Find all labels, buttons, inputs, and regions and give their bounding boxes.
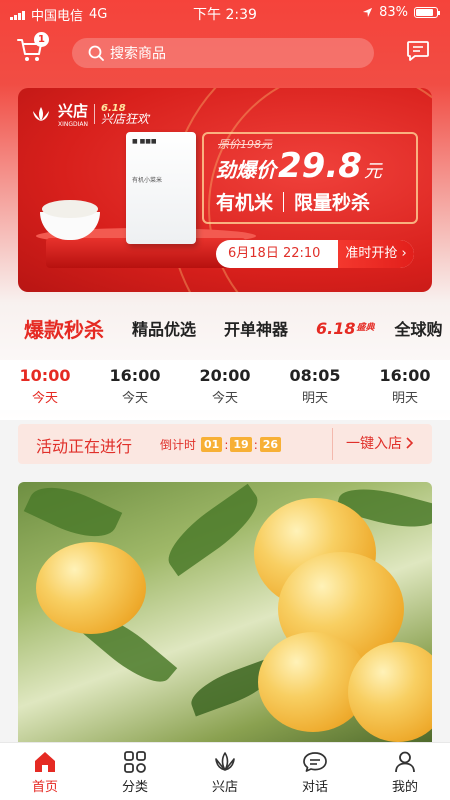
nav-home-label: 首页 [31, 780, 58, 795]
time-slot[interactable]: 10:00 今天 [10, 366, 80, 406]
tagline-divider [283, 191, 285, 212]
tab-618-festival[interactable]: 6.18 盛典 [316, 318, 375, 338]
countdown-seconds: 26 [259, 437, 282, 452]
time-slot-day: 明天 [301, 391, 328, 406]
start-time-pill[interactable]: 6月18日 22:10 准时开抢 › [216, 240, 414, 268]
rice-bag-image: ■ ■■■ 有机小菜米 [126, 132, 196, 244]
home-icon [35, 752, 55, 772]
battery-icon [414, 7, 440, 18]
rice-bag-brand: ■ ■■■ [132, 138, 157, 145]
nav-category[interactable]: 分类 [90, 743, 180, 800]
tab-618-number: 6.18 [316, 318, 356, 338]
tagline-left: 有机米 [216, 192, 274, 214]
nav-profile-label: 我的 [391, 780, 418, 795]
start-time: 6月18日 22:10 [228, 246, 321, 261]
cart-badge: 1 [34, 32, 49, 47]
nav-chat[interactable]: 对话 [270, 743, 360, 800]
promo-banner[interactable]: 兴店 XINGDIAN 6.18 兴店狂欢 ■ ■■■ 有机小菜米 原价198元… [18, 88, 432, 292]
tab-global-shopping[interactable]: 全球购 [395, 316, 443, 340]
tab-618-sub: 盛典 [356, 322, 375, 333]
enter-store-button[interactable]: 一键入店 [346, 433, 414, 453]
activity-status-strip: 活动正在进行 倒计时 01: 19: 26 一键入店 [18, 424, 432, 464]
tab-flash-sale[interactable]: 爆款秒杀 [24, 314, 104, 348]
user-icon [395, 751, 415, 773]
peach [348, 642, 432, 742]
countdown-label: 倒计时 [160, 438, 197, 452]
chat-icon [303, 752, 327, 772]
start-button[interactable]: 准时开抢 › [338, 240, 414, 268]
tab-selected-goods[interactable]: 精品优选 [132, 316, 196, 340]
brand-logo: 兴店 XINGDIAN 6.18 兴店狂欢 [30, 100, 149, 128]
nav-category-label: 分类 [121, 780, 148, 795]
tagline-right: 限量秒杀 [294, 192, 371, 214]
search-input[interactable]: 搜索商品 [72, 38, 374, 68]
rice-bag-label: 有机小菜米 [132, 177, 163, 184]
bottom-nav: 首页 分类 兴店 对话 我的 [0, 742, 450, 800]
category-icon [124, 751, 146, 773]
time-slot-time: 16:00 [379, 366, 431, 385]
deal-label: 劲爆价 [216, 158, 276, 182]
time-slot[interactable]: 08:05 明天 [280, 366, 350, 406]
time-slot-time: 08:05 [289, 366, 341, 385]
start-button-label: 准时开抢 [345, 246, 398, 261]
message-button[interactable] [406, 40, 430, 66]
brand-divider [94, 104, 96, 124]
time-slot[interactable]: 16:00 明天 [370, 366, 440, 406]
tab-order-tools[interactable]: 开单神器 [224, 316, 288, 340]
chevron-right-icon [406, 437, 414, 449]
event-name: 兴店狂欢 [101, 112, 150, 126]
event-badge: 6.18 兴店狂欢 [101, 103, 149, 125]
time-slot-day: 今天 [211, 391, 238, 406]
product-image[interactable] [18, 482, 432, 742]
nav-store-label: 兴店 [211, 780, 238, 795]
message-icon [407, 41, 429, 61]
enter-store-label: 一键入店 [346, 436, 402, 452]
search-placeholder: 搜索商品 [110, 46, 166, 62]
leaf [23, 482, 123, 550]
time-slot-bar: 10:00 今天 16:00 今天 20:00 今天 08:05 明天 16:0… [0, 360, 450, 410]
time-slot-time: 20:00 [199, 366, 251, 385]
deal-price: 劲爆价 29.8 元 [216, 146, 382, 186]
time-slot-day: 今天 [121, 391, 148, 406]
battery-percent: 83% [379, 5, 408, 20]
brand-name: 兴店 [58, 102, 89, 120]
lotus-logo-icon [33, 107, 49, 121]
activity-status: 活动正在进行 [36, 437, 133, 456]
time-slot-time: 16:00 [109, 366, 161, 385]
leaf [157, 483, 269, 577]
time-slot-day: 今天 [31, 391, 58, 406]
time-slot-day: 明天 [391, 391, 418, 406]
countdown-hours: 01 [201, 437, 223, 452]
time-slot-time: 10:00 [19, 366, 71, 385]
nav-chat-label: 对话 [301, 780, 328, 795]
nav-store[interactable]: 兴店 [180, 743, 270, 800]
strip-divider [332, 428, 333, 460]
nav-home[interactable]: 首页 [0, 743, 90, 800]
deal-price-unit: 元 [363, 161, 382, 182]
time-slot[interactable]: 20:00 今天 [190, 366, 260, 406]
location-arrow-icon [363, 7, 373, 18]
countdown-minutes: 19 [230, 437, 252, 452]
search-icon [88, 45, 104, 61]
lotus-icon [215, 752, 235, 771]
peach [36, 542, 146, 634]
nav-profile[interactable]: 我的 [360, 743, 450, 800]
status-bar: 中国电信 4G 下午 2:39 83% [0, 0, 450, 26]
deal-price-value: 29.8 [278, 146, 362, 186]
top-bar: 1 搜索商品 [0, 32, 450, 74]
countdown: 倒计时 01: 19: 26 [160, 436, 282, 453]
tagline: 有机米 限量秒杀 [216, 188, 370, 215]
category-tabs: 爆款秒杀 精品优选 开单神器 6.18 盛典 全球购 [0, 308, 450, 348]
time-slot[interactable]: 16:00 今天 [100, 366, 170, 406]
brand-pinyin: XINGDIAN [58, 121, 88, 128]
